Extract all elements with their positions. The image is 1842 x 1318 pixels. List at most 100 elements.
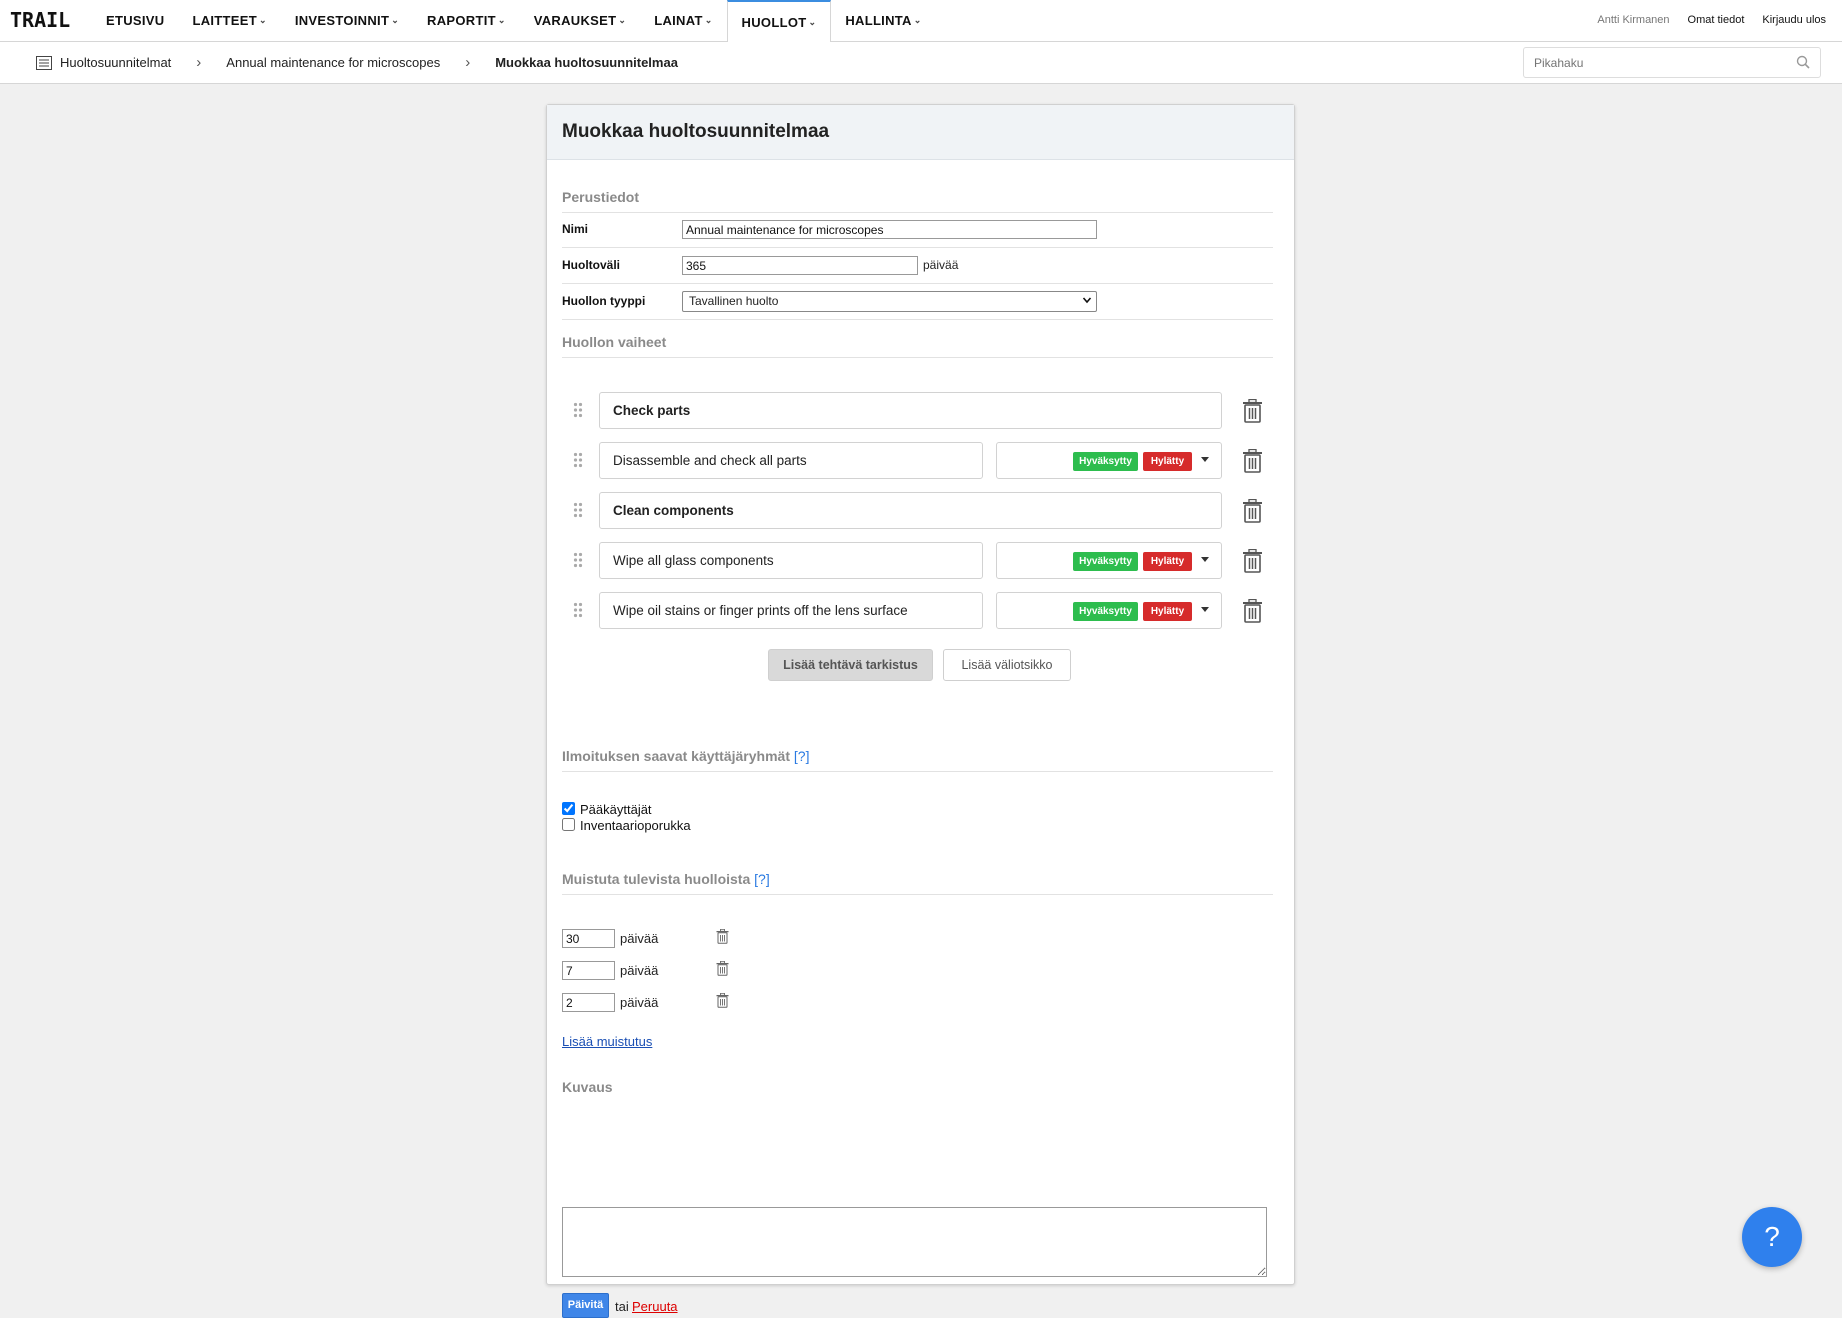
list-icon xyxy=(36,55,52,70)
chevron-down-icon: ⌄ xyxy=(704,15,713,25)
reminders-heading: Muistuta tulevista huolloista [?] xyxy=(562,871,770,887)
approved-badge: Hyväksytty xyxy=(1073,452,1138,471)
page-title: Muokkaa huoltosuunnitelmaa xyxy=(547,105,1294,160)
basic-info-heading: Perustiedot xyxy=(562,189,640,205)
description-field[interactable] xyxy=(562,1207,1267,1277)
step-task-field[interactable]: Disassemble and check all parts xyxy=(599,442,983,479)
nav-label: LAITTEET xyxy=(192,13,257,28)
chevron-down-icon: ⌄ xyxy=(497,15,506,25)
result-options[interactable]: Hyväksytty Hylätty xyxy=(996,592,1222,629)
trash-icon[interactable] xyxy=(1242,499,1263,523)
user-links: Antti Kirmanen Omat tiedot Kirjaudu ulos xyxy=(1597,14,1826,26)
search-input[interactable] xyxy=(1524,48,1794,77)
nav-label: LAINAT xyxy=(654,13,703,28)
trail-logo[interactable]: TRAIL xyxy=(10,9,80,31)
reminder-days-input[interactable] xyxy=(562,993,615,1012)
nav-varaukset[interactable]: VARAUKSET ⌄ xyxy=(520,0,640,41)
drag-handle-icon[interactable] xyxy=(573,552,583,568)
drag-handle-icon[interactable] xyxy=(573,602,583,618)
breadcrumb-bar: Huoltosuunnitelmat › Annual maintenance … xyxy=(0,42,1842,84)
help-button[interactable]: ? xyxy=(1742,1207,1802,1267)
breadcrumb-parent[interactable]: Annual maintenance for microscopes xyxy=(226,55,440,70)
divider xyxy=(562,894,1273,895)
reminder-days-input[interactable] xyxy=(562,929,615,948)
drag-handle-icon[interactable] xyxy=(573,502,583,518)
group-label: Pääkäyttäjät xyxy=(580,802,652,817)
trash-icon[interactable] xyxy=(716,929,729,944)
user-name: Antti Kirmanen xyxy=(1597,14,1670,26)
approved-badge: Hyväksytty xyxy=(1073,552,1138,571)
trash-icon[interactable] xyxy=(1242,449,1263,473)
chevron-right-icon: › xyxy=(196,54,202,71)
divider xyxy=(562,283,1273,284)
divider xyxy=(562,771,1273,772)
trash-icon[interactable] xyxy=(1242,399,1263,423)
step-heading-field[interactable]: Clean components xyxy=(599,492,1222,529)
rejected-badge: Hylätty xyxy=(1143,552,1192,571)
chevron-right-icon: › xyxy=(465,54,471,71)
trash-icon[interactable] xyxy=(1242,599,1263,623)
caret-down-icon[interactable] xyxy=(1201,457,1209,463)
top-navbar: TRAIL ETUSIVU LAITTEET ⌄ INVESTOINNIT ⌄ RA… xyxy=(0,0,1842,42)
reminder-days-input[interactable] xyxy=(562,961,615,980)
nav-raportit[interactable]: RAPORTIT ⌄ xyxy=(413,0,520,41)
nav-label: VARAUKSET xyxy=(533,13,617,28)
add-reminder-link[interactable]: Lisää muistutus xyxy=(562,1034,652,1049)
cancel-link[interactable]: Peruuta xyxy=(632,1299,678,1314)
chevron-down-icon: ⌄ xyxy=(391,15,400,25)
quick-search xyxy=(1523,47,1821,78)
rejected-badge: Hylätty xyxy=(1143,602,1192,621)
caret-down-icon[interactable] xyxy=(1201,557,1209,563)
add-subheading-button[interactable]: Lisää väliotsikko xyxy=(943,649,1071,681)
nav-laitteet[interactable]: LAITTEET ⌄ xyxy=(178,0,280,41)
chevron-down-icon: ⌄ xyxy=(618,15,627,25)
rejected-badge: Hylätty xyxy=(1143,452,1192,471)
trash-icon[interactable] xyxy=(1242,549,1263,573)
caret-down-icon[interactable] xyxy=(1201,607,1209,613)
notify-groups-title: Ilmoituksen saavat käyttäjäryhmät xyxy=(562,748,790,764)
interval-label: Huoltoväli xyxy=(562,258,621,272)
nav-hallinta[interactable]: HALLINTA ⌄ xyxy=(831,0,935,41)
logout-link[interactable]: Kirjaudu ulos xyxy=(1762,14,1826,26)
divider xyxy=(562,319,1273,320)
description-heading: Kuvaus xyxy=(562,1079,613,1095)
step-task-field[interactable]: Wipe oil stains or finger prints off the… xyxy=(599,592,983,629)
help-link[interactable]: [?] xyxy=(794,748,810,764)
name-field[interactable] xyxy=(682,220,1097,239)
breadcrumb-root[interactable]: Huoltosuunnitelmat xyxy=(60,55,171,70)
divider xyxy=(562,247,1273,248)
nav-investoinnit[interactable]: INVESTOINNIT ⌄ xyxy=(281,0,413,41)
result-options[interactable]: Hyväksytty Hylätty xyxy=(996,542,1222,579)
name-label: Nimi xyxy=(562,222,589,236)
trash-icon[interactable] xyxy=(716,961,729,976)
help-link[interactable]: [?] xyxy=(754,871,770,887)
add-task-check-button[interactable]: Lisää tehtävä tarkistus xyxy=(768,649,933,681)
search-icon[interactable] xyxy=(1796,55,1810,69)
save-button[interactable]: Päivitä xyxy=(562,1293,609,1318)
step-heading-field[interactable]: Check parts xyxy=(599,392,1222,429)
nav-label: INVESTOINNIT xyxy=(294,13,390,28)
profile-link[interactable]: Omat tiedot xyxy=(1688,14,1745,26)
result-options[interactable]: Hyväksytty Hylätty xyxy=(996,442,1222,479)
interval-unit: päivää xyxy=(923,258,959,272)
steps-heading: Huollon vaiheet xyxy=(562,334,667,350)
nav-label: ETUSIVU xyxy=(106,13,165,28)
group-checkbox-inventaarioporukka[interactable] xyxy=(562,818,575,831)
drag-handle-icon[interactable] xyxy=(573,402,583,418)
select-value: Tavallinen huolto xyxy=(689,294,779,308)
nav-lainat[interactable]: LAINAT ⌄ xyxy=(640,0,726,41)
group-checkbox-paakayttajat[interactable] xyxy=(562,802,575,815)
reminders-title: Muistuta tulevista huolloista xyxy=(562,871,751,887)
interval-field[interactable] xyxy=(682,256,918,275)
divider xyxy=(562,212,1273,213)
maintenance-type-select[interactable]: Tavallinen huolto xyxy=(682,291,1097,312)
nav-etusivu[interactable]: ETUSIVU xyxy=(92,0,178,41)
trash-icon[interactable] xyxy=(716,993,729,1008)
divider xyxy=(562,357,1273,358)
drag-handle-icon[interactable] xyxy=(573,452,583,468)
reminder-unit: päivää xyxy=(620,995,659,1010)
nav-huollot[interactable]: HUOLLOT ⌄ xyxy=(726,0,832,42)
svg-text:TRAIL: TRAIL xyxy=(10,9,70,31)
step-task-field[interactable]: Wipe all glass components xyxy=(599,542,983,579)
chevron-down-icon: ⌄ xyxy=(258,15,267,25)
